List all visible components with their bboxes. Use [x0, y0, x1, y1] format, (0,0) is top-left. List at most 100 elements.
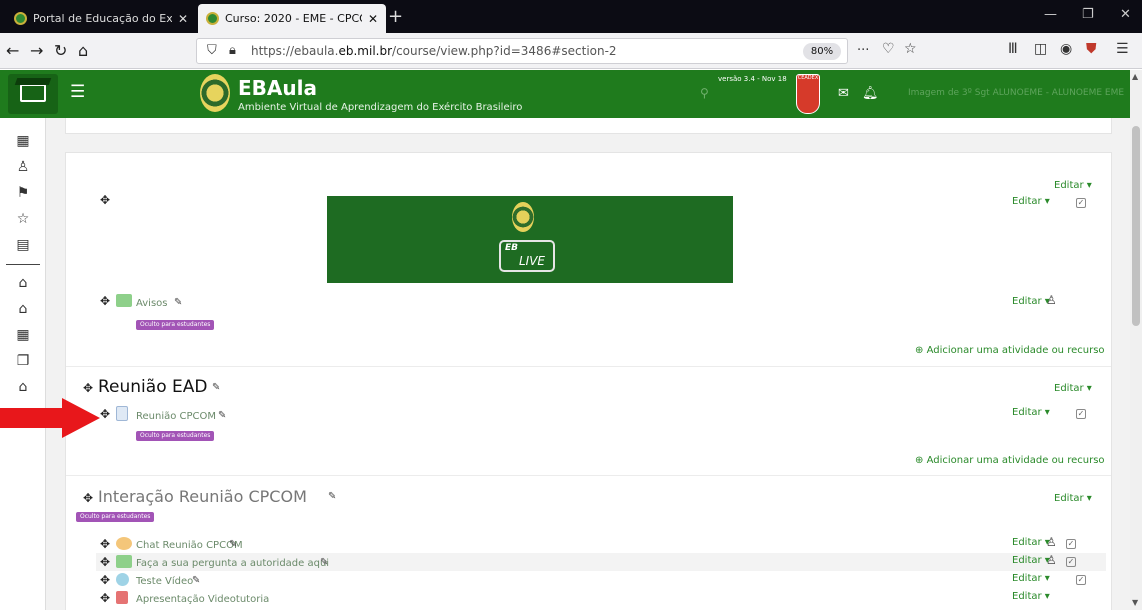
browser-tab-course[interactable]: Curso: 2020 - EME - CPCOM EA ✕: [198, 4, 386, 33]
group-mode-icon[interactable]: ♙: [1046, 535, 1057, 549]
shield-icon[interactable]: ⛉: [207, 43, 217, 58]
reload-icon[interactable]: ↻: [54, 41, 67, 60]
version-label: versão 3.4 - Nov 18: [718, 75, 787, 83]
ublock-icon[interactable]: ⛊: [1086, 41, 1097, 57]
activity-edit-menu[interactable]: Editar ▾: [1012, 407, 1050, 418]
sidebar-toggle-icon[interactable]: ◫: [1034, 41, 1047, 57]
add-activity-link[interactable]: ⊕ Adicionar uma atividade ou recurso: [915, 455, 1105, 466]
section-title-reuniao[interactable]: Reunião EAD: [98, 377, 207, 397]
home-icon[interactable]: ⌂: [14, 274, 32, 292]
scroll-up-icon[interactable]: ▲: [1132, 72, 1138, 81]
move-handle-icon[interactable]: ✥: [100, 537, 110, 551]
menu-icon[interactable]: ☰: [1116, 41, 1129, 57]
army-emblem-icon: [512, 202, 534, 232]
hidden-badge: Oculto para estudantes: [76, 512, 155, 522]
browser-tab-portal[interactable]: Portal de Educação do Exércit ✕: [6, 4, 196, 33]
activity-edit-menu[interactable]: Editar ▾: [1012, 573, 1050, 584]
close-tab-icon[interactable]: ✕: [178, 12, 188, 26]
group-mode-icon[interactable]: ♙: [1046, 293, 1057, 307]
activity-link-reuniao-cpcom[interactable]: Reunião CPCOM: [136, 411, 216, 422]
banner-edit-menu[interactable]: Editar ▾: [1012, 196, 1050, 207]
activity-edit-menu[interactable]: Editar ▾: [1012, 537, 1050, 548]
pencil-edit-icon[interactable]: ✎: [229, 539, 237, 550]
bookmark-star-icon[interactable]: ☆: [904, 41, 917, 57]
minimize-icon[interactable]: —: [1044, 7, 1057, 22]
participants-icon[interactable]: ♙: [14, 158, 32, 176]
url-text[interactable]: https://ebaula.eb.mil.br/course/view.php…: [251, 44, 617, 58]
pencil-edit-icon[interactable]: ✎: [320, 557, 328, 568]
course-content: ✥ EB LIVE Editar ▾ Editar ▾ ✓ ✥ Avisos ✎…: [46, 118, 1130, 610]
badges-icon[interactable]: ⚑: [14, 184, 32, 202]
pencil-edit-icon[interactable]: ✎: [218, 410, 226, 421]
messages-icon[interactable]: ✉: [838, 86, 849, 101]
lock-icon[interactable]: 🔒︎: [229, 43, 236, 58]
private-files-icon[interactable]: ❐: [14, 352, 32, 370]
zoom-level[interactable]: 80%: [803, 43, 841, 60]
completion-checkbox[interactable]: ✓: [1076, 575, 1086, 585]
url-bar[interactable]: ⛉ 🔒︎ https://ebaula.eb.mil.br/course/vie…: [196, 38, 869, 64]
move-handle-icon[interactable]: ✥: [100, 193, 110, 207]
scroll-down-icon[interactable]: ▼: [1132, 598, 1138, 607]
more-actions-icon[interactable]: ···: [857, 43, 869, 58]
scroll-thumb[interactable]: [1132, 126, 1140, 326]
activity-link-teste-video[interactable]: Teste Vídeo: [136, 576, 193, 587]
pdf-icon: [116, 591, 128, 604]
section-edit-menu[interactable]: Editar ▾: [1054, 493, 1092, 504]
restore-icon[interactable]: ❐: [1082, 7, 1094, 22]
my-courses-icon[interactable]: ⌂: [14, 378, 32, 396]
completion-checkbox[interactable]: ✓: [1076, 198, 1086, 208]
move-handle-icon[interactable]: ✥: [100, 294, 110, 308]
activity-link-chat[interactable]: Chat Reunião CPCOM: [136, 540, 243, 551]
close-tab-icon[interactable]: ✕: [368, 12, 378, 26]
hamburger-menu-icon[interactable]: ☰: [70, 82, 85, 102]
pocket-icon[interactable]: ♡: [882, 41, 895, 57]
section-edit-menu[interactable]: Editar ▾: [1054, 383, 1092, 394]
back-icon[interactable]: ←: [6, 41, 19, 60]
activity-link-apresentacao[interactable]: Apresentação Videotutoria: [136, 594, 269, 605]
home-icon[interactable]: ⌂: [78, 41, 88, 60]
completion-checkbox[interactable]: ✓: [1066, 539, 1076, 549]
move-handle-icon[interactable]: ✥: [100, 591, 110, 605]
calendar-icon[interactable]: ▦: [14, 326, 32, 344]
dashboard-grid-icon[interactable]: ▦: [14, 132, 32, 150]
search-icon[interactable]: ⚲: [700, 86, 709, 100]
library-icon[interactable]: Ⅲ: [1008, 41, 1018, 57]
completion-checkbox[interactable]: ✓: [1076, 409, 1086, 419]
move-handle-icon[interactable]: ✥: [83, 491, 93, 505]
grades-book-icon[interactable]: ▤: [14, 236, 32, 254]
pencil-edit-icon[interactable]: ✎: [328, 491, 336, 502]
group-mode-icon[interactable]: ♙: [1046, 553, 1057, 567]
competencies-star-icon[interactable]: ☆: [14, 210, 32, 228]
activity-edit-menu[interactable]: Editar ▾: [1012, 296, 1050, 307]
pencil-edit-icon[interactable]: ✎: [212, 382, 220, 393]
army-emblem-icon: [200, 74, 230, 112]
activity-link-avisos[interactable]: Avisos: [136, 298, 168, 309]
move-handle-icon[interactable]: ✥: [100, 573, 110, 587]
tab-title: Curso: 2020 - EME - CPCOM EA: [225, 12, 362, 25]
ebaula-logo[interactable]: [8, 74, 58, 114]
section-edit-menu[interactable]: Editar ▾: [1054, 180, 1092, 191]
pencil-edit-icon[interactable]: ✎: [192, 575, 200, 586]
completion-checkbox[interactable]: ✓: [1066, 557, 1076, 567]
add-activity-link[interactable]: ⊕ Adicionar uma atividade ou recurso: [915, 345, 1105, 356]
move-handle-icon[interactable]: ✥: [100, 407, 110, 421]
activity-link-pergunta[interactable]: Faça a sua pergunta a autoridade aqui: [136, 558, 329, 569]
brand-title: EBAula: [238, 76, 317, 100]
move-handle-icon[interactable]: ✥: [83, 381, 93, 395]
forward-icon[interactable]: →: [30, 41, 43, 60]
user-menu[interactable]: Imagem de 3º Sgt ALUNOEME - ALUNOEME EME: [908, 88, 1124, 98]
eb-live-banner: EB LIVE: [327, 196, 733, 283]
extension-icon[interactable]: ◉: [1060, 41, 1072, 57]
new-tab-icon[interactable]: +: [388, 6, 403, 27]
move-handle-icon[interactable]: ✥: [100, 555, 110, 569]
activity-edit-menu[interactable]: Editar ▾: [1012, 555, 1050, 566]
activity-edit-menu[interactable]: Editar ▾: [1012, 591, 1050, 602]
section-title-interacao[interactable]: Interação Reunião CPCOM: [98, 487, 307, 506]
dashboard-home-icon[interactable]: ⌂: [14, 300, 32, 318]
page-scrollbar[interactable]: ▲ ▼: [1130, 70, 1142, 610]
section-divider: [66, 475, 1111, 476]
notifications-bell-icon[interactable]: 🔔︎: [862, 86, 879, 101]
ceadex-logo: CEADEX: [796, 74, 820, 114]
window-close-icon[interactable]: ✕: [1120, 7, 1131, 22]
pencil-edit-icon[interactable]: ✎: [174, 297, 182, 308]
